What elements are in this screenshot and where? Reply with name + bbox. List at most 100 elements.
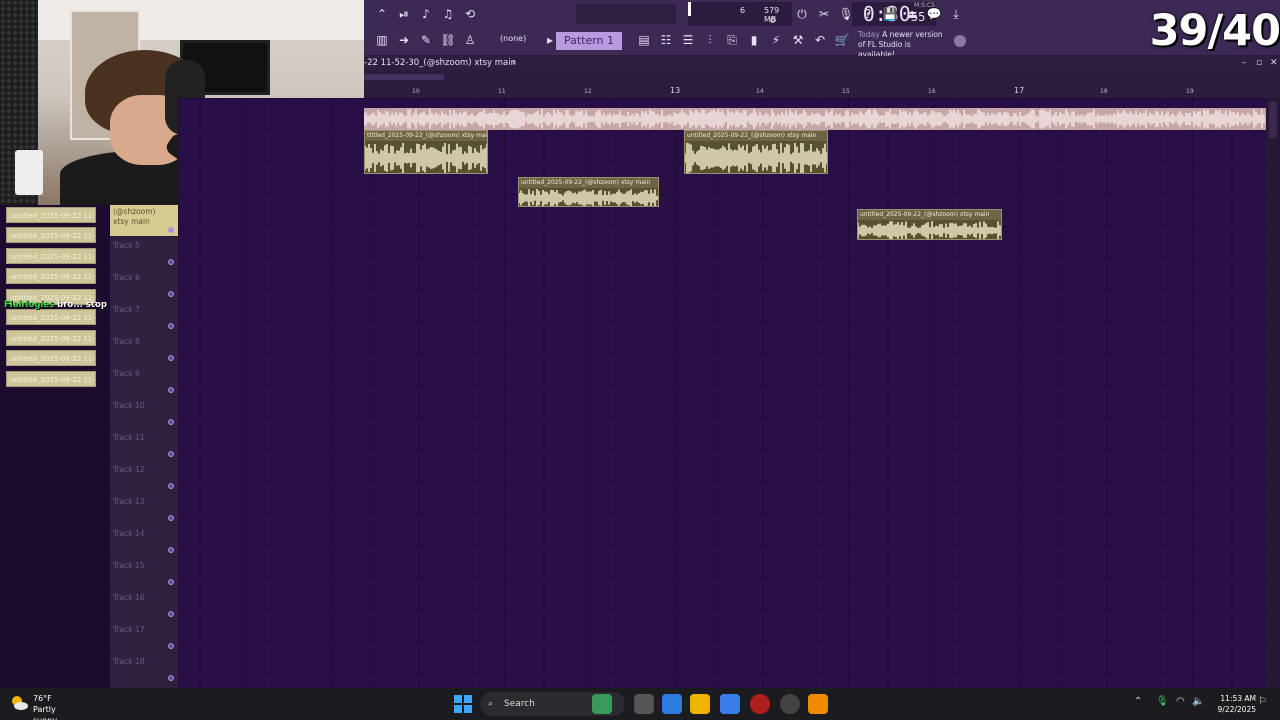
- windows-taskbar: 76°F Partly sunny ⌕ Search ⌃ 🎙 ◠ 🔈 11:53…: [0, 688, 1280, 720]
- ruler-tick: 14: [756, 88, 764, 95]
- wifi-icon[interactable]: ◠: [1176, 696, 1185, 707]
- list-icon[interactable]: ☰: [678, 30, 698, 50]
- download-icon[interactable]: ⤓: [946, 4, 966, 24]
- step-edit-icon[interactable]: ♪: [416, 4, 436, 24]
- blend-notes-icon[interactable]: ♫: [438, 4, 458, 24]
- chat-icon[interactable]: 💬: [924, 4, 944, 24]
- minimize-icon[interactable]: –: [1242, 56, 1247, 70]
- audio-clip[interactable]: ttitled_2025-09-22_(@shzoom) xtsy main: [364, 130, 488, 174]
- browser-item[interactable]: untitled_2025-09-22 11-: [6, 227, 96, 243]
- help-icon[interactable]: ?: [858, 4, 878, 24]
- ruler-tick: 15: [842, 88, 850, 95]
- track-header[interactable]: Track 16: [110, 589, 178, 621]
- track-header[interactable]: Track 9: [110, 365, 178, 397]
- track-header[interactable]: Track 15: [110, 557, 178, 589]
- fl-studio-icon[interactable]: [808, 694, 828, 714]
- metronome-icon[interactable]: ⌃: [372, 4, 392, 24]
- ruler-tick: 10: [412, 88, 420, 95]
- browser-icon[interactable]: ⎘: [722, 30, 742, 50]
- browser-item[interactable]: untitled_2025-09-22 11-: [6, 207, 96, 223]
- ruler-tick: 11: [498, 88, 506, 95]
- file-icon[interactable]: ▮: [744, 30, 764, 50]
- timeline-ruler[interactable]: 10 11 12 13 14 15 16 17 18 19: [364, 84, 1280, 98]
- tray-chevron-icon[interactable]: ⌃: [1134, 696, 1142, 707]
- draw-icon[interactable]: ✎: [416, 30, 436, 50]
- task-view-icon[interactable]: [634, 694, 654, 714]
- undo-icon[interactable]: ↶: [810, 30, 830, 50]
- fl-toolbar: ⌃ ⏯ ♪ ♫ ⟲ 0:3055 M:S:CS 6 579 MB 0 ⏻ ✂ 🎙…: [364, 0, 1280, 59]
- vertical-scrollbar[interactable]: [1266, 98, 1280, 688]
- obs-icon[interactable]: [780, 694, 800, 714]
- ruler-tick: 19: [1186, 88, 1194, 95]
- arrow-icon[interactable]: ➜: [394, 30, 414, 50]
- audio-clip[interactable]: untitled_2025-09-22_(@shzoom) xtsy main: [684, 130, 828, 174]
- ruler-tick: 12: [584, 88, 592, 95]
- shop-icon[interactable]: 🛒: [832, 30, 852, 50]
- mixer-icon[interactable]: ⫶: [700, 30, 720, 50]
- chat-overlay: Flairlogies bro... stop: [4, 300, 107, 310]
- browser-item[interactable]: untitled_2025-09-22 11-: [6, 330, 96, 346]
- plug-icon[interactable]: ⚡: [766, 30, 786, 50]
- ruler-tick: 17: [1014, 86, 1025, 95]
- track-header[interactable]: Track 13: [110, 493, 178, 525]
- level-meter: [576, 4, 676, 24]
- store-icon[interactable]: [720, 694, 740, 714]
- mic-tray-icon[interactable]: 🎙: [1156, 696, 1169, 707]
- track-header[interactable]: Track 12: [110, 461, 178, 493]
- ruler-tick: 18: [1100, 88, 1108, 95]
- news-globe-icon[interactable]: [954, 35, 966, 47]
- track-header[interactable]: Track 17: [110, 621, 178, 653]
- link-icon[interactable]: ⛓: [438, 30, 458, 50]
- track-header[interactable]: Track 8: [110, 333, 178, 365]
- track-headers: (@shzoom) xtsy main Track 5 Track 6 Trac…: [110, 205, 178, 688]
- maximize-icon[interactable]: ▫: [1256, 56, 1262, 70]
- close-icon[interactable]: ✕: [1270, 56, 1278, 70]
- playlist-bar-lines: [178, 98, 1266, 688]
- stamp-icon[interactable]: ♙: [460, 30, 480, 50]
- track-header[interactable]: Track 14: [110, 525, 178, 557]
- plugin-icon[interactable]: ⏏: [902, 4, 922, 24]
- windows-start-icon[interactable]: [454, 695, 472, 713]
- piano-roll-icon[interactable]: ▥: [372, 30, 392, 50]
- browser-item[interactable]: untitled_2025-09-22 11-: [6, 268, 96, 284]
- track-header[interactable]: Track 5: [110, 237, 178, 269]
- track-header-active[interactable]: (@shzoom) xtsy main: [110, 205, 178, 237]
- track-header[interactable]: Track 6: [110, 269, 178, 301]
- chat-message: bro... stop: [57, 300, 107, 310]
- browser-item[interactable]: untitled_2025-09-22 11-: [6, 350, 96, 366]
- file-explorer-icon[interactable]: [690, 694, 710, 714]
- power-icon[interactable]: ⏻: [792, 4, 812, 24]
- scroll-thumb[interactable]: [364, 74, 444, 80]
- playlist-icon[interactable]: ▤: [634, 30, 654, 50]
- app-icon[interactable]: [592, 694, 612, 714]
- track-header[interactable]: Track 18: [110, 653, 178, 685]
- opera-icon[interactable]: [750, 694, 770, 714]
- stream-counter: 39/40: [1149, 6, 1280, 56]
- browser-item[interactable]: untitled_2025-09-22 11-: [6, 371, 96, 387]
- horizontal-scrollbar[interactable]: [364, 70, 1280, 84]
- track-header[interactable]: Track 11: [110, 429, 178, 461]
- save-icon[interactable]: 💾: [880, 4, 900, 24]
- microphone-icon[interactable]: 🎙: [836, 4, 856, 24]
- wait-input-icon[interactable]: ⏯: [394, 4, 414, 24]
- browser-item[interactable]: untitled_2025-09-22 11-: [6, 309, 96, 325]
- edge-icon[interactable]: [662, 694, 682, 714]
- notification-icon[interactable]: ⚐: [1258, 696, 1267, 707]
- pattern-selector[interactable]: Pattern 1: [556, 32, 622, 50]
- track-header[interactable]: Track 7: [110, 301, 178, 333]
- clock[interactable]: 11:53 AM 9/22/2025: [1206, 693, 1256, 715]
- snap-selector[interactable]: (none): [500, 34, 526, 43]
- audio-track-waveform[interactable]: [364, 108, 1266, 130]
- volume-icon[interactable]: 🔈: [1192, 696, 1204, 707]
- browser-item[interactable]: untitled_2025-09-22 11-: [6, 248, 96, 264]
- loop-record-icon[interactable]: ⟲: [460, 4, 480, 24]
- audio-clip[interactable]: untitled_2025-09-22_(@shzoom) xtsy main: [518, 177, 659, 207]
- audio-clip[interactable]: untitled_2025-09-22_(@shzoom) xtsy main: [857, 209, 1002, 240]
- cut-icon[interactable]: ✂: [814, 4, 834, 24]
- channel-rack-icon[interactable]: ☷: [656, 30, 676, 50]
- track-header[interactable]: Track 10: [110, 397, 178, 429]
- browser-panel: untitled_2025-09-22 11- untitled_2025-09…: [0, 205, 110, 688]
- playlist-titlebar: -22 11-52-30_(@shzoom) xtsy main › – ▫ ✕: [364, 56, 1280, 70]
- tool-icon[interactable]: ⚒: [788, 30, 808, 50]
- cpu-ram-monitor: 6 579 MB 0: [688, 2, 792, 26]
